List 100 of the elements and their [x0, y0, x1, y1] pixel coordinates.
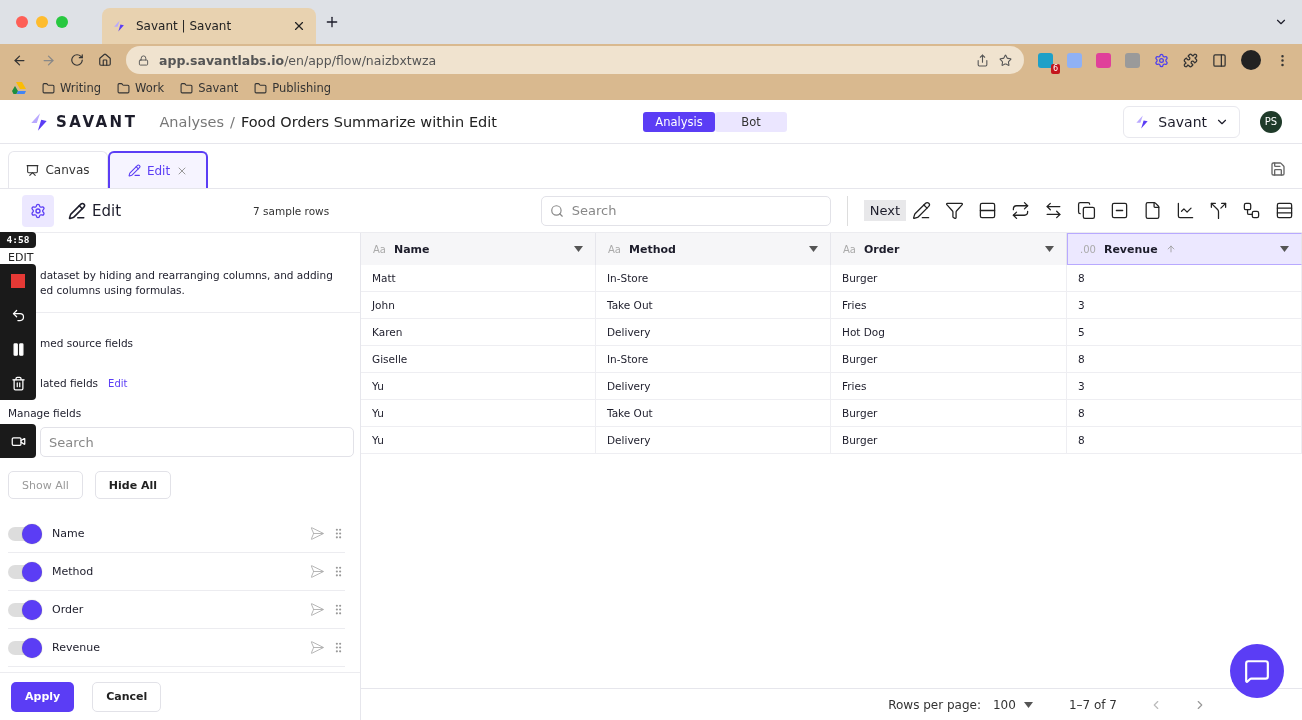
square-minus-icon[interactable]: [1110, 201, 1129, 220]
address-bar[interactable]: app.savantlabs.io/en/app/flow/naizbxtwza: [126, 46, 1024, 74]
table-cell: In-Store: [596, 265, 831, 292]
settings-icon: [30, 202, 46, 219]
rows-icon[interactable]: [978, 201, 997, 220]
browser-tab[interactable]: Savant | Savant: [102, 8, 316, 44]
profile-avatar[interactable]: [1241, 50, 1261, 70]
rows-per-page-label: Rows per page:: [888, 697, 981, 712]
table-cell: Fries: [831, 292, 1067, 319]
count-badge: 6: [1050, 63, 1060, 74]
sample-rows-label: 7 sample rows: [253, 204, 330, 217]
bookmark[interactable]: Savant: [198, 81, 239, 95]
table-cell: Take Out: [596, 292, 831, 319]
calculated-fields-label: lated fields: [40, 377, 99, 389]
star-icon[interactable]: [999, 53, 1012, 67]
split-icon[interactable]: [1209, 201, 1228, 220]
table-cell: Delivery: [596, 319, 831, 346]
table-cell: 8: [1067, 400, 1302, 427]
next-button[interactable]: Next: [863, 200, 906, 221]
extensions-icon[interactable]: [1183, 52, 1198, 68]
visibility-toggle[interactable]: [8, 599, 42, 620]
table-cell: John: [361, 292, 596, 319]
bookmark[interactable]: Publishing: [272, 81, 331, 95]
visibility-toggle[interactable]: [8, 637, 42, 658]
repeat-icon[interactable]: [1011, 201, 1030, 220]
field-search-field[interactable]: Search: [40, 427, 354, 457]
table-cell: Hot Dog: [831, 319, 1067, 346]
camera-button[interactable]: [0, 424, 36, 458]
caret-icon: [809, 246, 818, 252]
table-cell: Yu: [361, 400, 596, 427]
table-cell: Burger: [831, 427, 1067, 454]
cancel-button[interactable]: Cancel: [92, 681, 162, 712]
table-cell: Burger: [831, 265, 1067, 292]
workspace-dropdown[interactable]: Savant: [1123, 105, 1240, 138]
table-cell: Burger: [831, 346, 1067, 373]
view-tab[interactable]: Edit: [108, 151, 208, 188]
home-icon[interactable]: [98, 53, 112, 67]
table-cell: Burger: [831, 400, 1067, 427]
filter-icon[interactable]: [945, 201, 964, 220]
table-rows-icon[interactable]: [1275, 201, 1294, 220]
caret-icon: [1023, 701, 1033, 708]
table-cell: 3: [1067, 373, 1302, 400]
caret-icon: [1280, 246, 1289, 252]
table-cell: Yu: [361, 427, 596, 454]
table-cell: Yu: [361, 373, 596, 400]
folder-icon[interactable]: [42, 81, 55, 95]
rows-per-page-select[interactable]: 100: [993, 697, 1033, 712]
savant-logo-icon: [112, 19, 126, 33]
brand-name: SAVANT: [56, 112, 138, 131]
column-header[interactable]: Aa Method: [596, 233, 831, 265]
chat-icon: [1244, 658, 1270, 684]
lock-icon: [138, 54, 149, 66]
search-field[interactable]: Search: [540, 195, 831, 226]
share-icon[interactable]: [976, 53, 989, 67]
chat-button[interactable]: [1230, 644, 1284, 698]
search-icon: [549, 203, 564, 218]
pencil-icon[interactable]: [912, 201, 931, 220]
column-header[interactable]: .00 Revenue: [1067, 233, 1302, 265]
close-icon[interactable]: [292, 19, 306, 33]
description-text: dataset by hiding and rearranging columns, and adding: [40, 268, 333, 283]
file-icon[interactable]: [1143, 201, 1162, 220]
edit-link[interactable]: Edit: [108, 377, 128, 389]
side-panel-icon[interactable]: [1212, 52, 1227, 68]
workflow-icon[interactable]: [1242, 201, 1261, 220]
bookmark[interactable]: Work: [135, 81, 165, 95]
user-avatar[interactable]: PS: [1260, 110, 1282, 133]
recording-timer: 4:58: [0, 232, 36, 248]
apply-button[interactable]: Apply: [11, 681, 75, 712]
description-text: ed columns using formulas.: [40, 283, 185, 298]
mode-tab[interactable]: Bot: [715, 111, 787, 132]
table-cell: Matt: [361, 265, 596, 292]
section-label: EDIT: [8, 251, 34, 264]
manage-fields-label: Manage fields: [8, 407, 82, 419]
view-tab[interactable]: Canvas: [8, 151, 108, 188]
folder-icon[interactable]: [254, 81, 268, 95]
table-cell: 5: [1067, 319, 1302, 346]
breadcrumb-link[interactable]: Analyses: [159, 113, 225, 130]
save-icon[interactable]: [1270, 161, 1286, 177]
settings-button[interactable]: [22, 194, 54, 227]
table-cell: 8: [1067, 346, 1302, 373]
mode-tab[interactable]: Analysis: [643, 111, 715, 132]
hide-all-button[interactable]: Hide All: [94, 471, 172, 499]
visibility-toggle[interactable]: [8, 561, 42, 582]
column-header[interactable]: Aa Name: [361, 233, 596, 265]
table-cell: 8: [1067, 427, 1302, 454]
reload-icon[interactable]: [70, 53, 84, 67]
back-icon[interactable]: [12, 52, 27, 68]
pencil-icon: [68, 201, 86, 220]
copy-icon[interactable]: [1077, 201, 1096, 220]
column-header[interactable]: Aa Order: [831, 233, 1067, 265]
visibility-toggle[interactable]: [8, 523, 42, 544]
folder-icon[interactable]: [117, 81, 131, 95]
bookmark[interactable]: Writing: [60, 81, 102, 95]
chart-icon[interactable]: [1176, 201, 1195, 220]
swap-icon[interactable]: [1044, 201, 1063, 220]
table-cell: Fries: [831, 373, 1067, 400]
new-tab-icon[interactable]: [324, 14, 340, 30]
table-cell: 3: [1067, 292, 1302, 319]
analysis-title: Food Orders Summarize within Edit: [240, 113, 497, 130]
folder-icon[interactable]: [180, 81, 194, 95]
